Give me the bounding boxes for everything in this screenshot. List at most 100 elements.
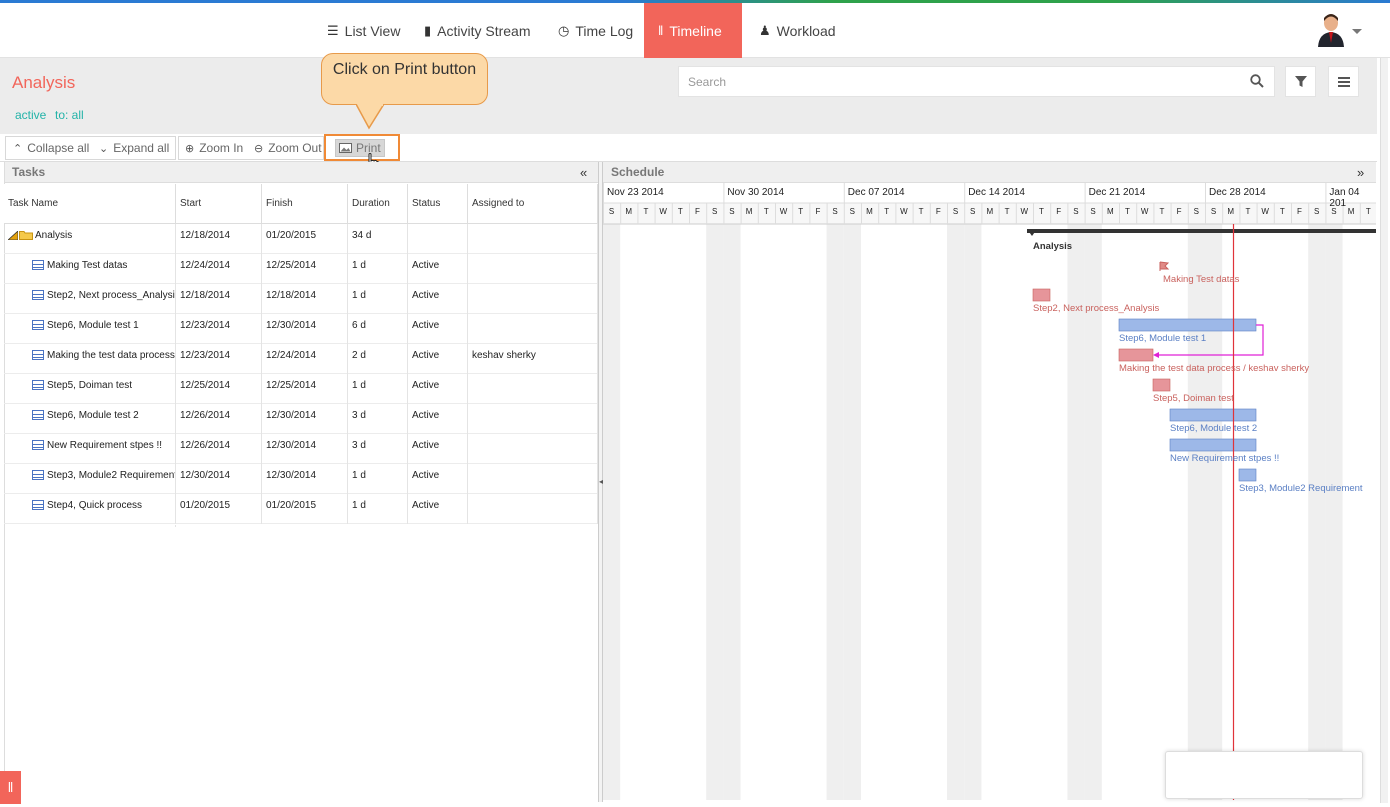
- task-bar-label: Step3, Module2 Requirement: [1239, 483, 1363, 494]
- filter-chip-assignee[interactable]: to: all: [55, 108, 84, 122]
- cell-start-text: 12/25/2014: [180, 380, 231, 391]
- collapse-all-button[interactable]: ⌃ Collapse all: [8, 137, 94, 159]
- day-label: S: [1073, 207, 1079, 216]
- cell-finish-text: 12/24/2014: [266, 350, 317, 361]
- cell-status-text: Active: [412, 380, 440, 391]
- weekend-column: [843, 224, 861, 800]
- day-label: F: [935, 207, 941, 216]
- filter-button[interactable]: [1285, 66, 1316, 97]
- task-icon: [32, 260, 44, 271]
- expand-toggle-icon[interactable]: [6, 229, 19, 241]
- day-label: T: [677, 207, 683, 216]
- nav-time-log[interactable]: ◷ Time Log: [544, 3, 647, 58]
- task-bar-label: Making Test datas: [1163, 274, 1240, 285]
- search-icon[interactable]: [1250, 74, 1264, 88]
- task-icon: [32, 470, 44, 481]
- chevron-down-icon[interactable]: [1352, 29, 1362, 34]
- cell-task-name-text: Making the test data process: [47, 350, 175, 361]
- cell-status-text: Active: [412, 290, 440, 301]
- table-row[interactable]: New Requirement stpes !! 12/26/2014 12/30/…: [4, 434, 598, 464]
- day-label: F: [1297, 207, 1302, 216]
- nav-activity-stream[interactable]: ▮ Activity Stream: [410, 3, 545, 58]
- floating-panel: [1165, 751, 1363, 799]
- column-header-task-name[interactable]: Task Name: [4, 184, 176, 224]
- task-icon: [32, 410, 44, 421]
- cell-duration: 1 d: [348, 374, 408, 404]
- expand-all-label: Expand all: [113, 141, 170, 155]
- cell-start: 12/18/2014: [176, 224, 262, 254]
- cell-duration: 6 d: [348, 314, 408, 344]
- zoom-out-button[interactable]: ⊖ Zoom Out: [249, 137, 327, 159]
- zoom-in-icon: ⊕: [185, 142, 195, 155]
- table-row[interactable]: Making the test data process 12/23/2014 12…: [4, 344, 598, 374]
- cell-assigned-to: [468, 284, 598, 314]
- page-scrollbar[interactable]: [1380, 58, 1388, 803]
- avatar[interactable]: [1317, 13, 1345, 47]
- search-box: [678, 66, 1275, 97]
- column-header-assigned-to[interactable]: Assigned to: [468, 184, 598, 224]
- side-panel-toggle[interactable]: ‖: [0, 771, 21, 804]
- collapse-all-label: Collapse all: [27, 141, 90, 155]
- cell-task-name: Making Test datas: [4, 254, 176, 284]
- cell-start-text: 12/26/2014: [180, 410, 231, 421]
- table-row[interactable]: Step3, Module2 Requirement 12/30/2014 12/3…: [4, 464, 598, 494]
- table-row[interactable]: Step4, Quick process 01/20/2015 01/20/2015…: [4, 494, 598, 524]
- cell-start-text: 12/18/2014: [180, 230, 231, 241]
- cell-duration-text: 1 d: [352, 470, 366, 481]
- column-header-finish[interactable]: Finish: [262, 184, 348, 224]
- nav-list-view[interactable]: ☰ List View: [313, 3, 414, 58]
- nav-workload[interactable]: ♟ Workload: [745, 3, 850, 58]
- day-label: S: [608, 207, 615, 216]
- table-row[interactable]: Step6, Module test 2 12/26/2014 12/30/2014…: [4, 404, 598, 434]
- day-label: F: [695, 207, 700, 216]
- cell-finish: 12/30/2014: [262, 314, 348, 344]
- cell-task-name-text: Step6, Module test 2: [47, 410, 139, 421]
- expand-all-button[interactable]: ⌄ Expand all: [94, 137, 174, 159]
- day-label: T: [1159, 207, 1165, 216]
- cell-status: Active: [408, 254, 468, 284]
- cell-task-name-text: Step4, Quick process: [47, 500, 143, 511]
- week-label: Nov 23 2014: [607, 187, 664, 198]
- cell-duration: 34 d: [348, 224, 408, 254]
- expand-pane-icon[interactable]: »: [1357, 165, 1364, 180]
- summary-bar: [1027, 229, 1376, 233]
- tasks-pane-header: Tasks: [4, 162, 598, 183]
- day-label: F: [1056, 207, 1062, 216]
- cell-duration: 1 d: [348, 494, 408, 524]
- column-header-duration[interactable]: Duration: [348, 184, 408, 224]
- cell-task-name-text: Step5, Doiman test: [47, 380, 133, 391]
- day-label: T: [763, 207, 769, 216]
- cell-task-name: Analysis: [4, 224, 176, 254]
- zoom-in-button[interactable]: ⊕ Zoom In: [180, 137, 248, 159]
- table-row[interactable]: Step5, Doiman test 12/25/2014 12/25/2014 1 …: [4, 374, 598, 404]
- table-row[interactable]: Step2, Next process_Analysi 12/18/2014 12/…: [4, 284, 598, 314]
- cell-finish: 12/30/2014: [262, 434, 348, 464]
- task-bar: [1152, 378, 1171, 392]
- column-header-start[interactable]: Start: [176, 184, 262, 224]
- day-label: F: [815, 207, 821, 216]
- weekend-column: [1325, 224, 1343, 800]
- column-header-status[interactable]: Status: [408, 184, 468, 224]
- day-label: T: [1279, 207, 1285, 216]
- cell-assigned-to: [468, 404, 598, 434]
- page-title: Analysis: [12, 73, 76, 92]
- filter-chip-status[interactable]: active: [15, 108, 46, 122]
- summary-bar-label: Analysis: [1033, 241, 1073, 252]
- task-icon: [32, 380, 44, 391]
- weekend-column: [964, 224, 982, 800]
- day-label: W: [1140, 207, 1149, 216]
- cell-start: 12/23/2014: [176, 314, 262, 344]
- table-row[interactable]: Analysis 12/18/2014 01/20/2015 34 d: [4, 224, 598, 254]
- cell-finish-text: 12/30/2014: [266, 410, 317, 421]
- collapse-pane-icon[interactable]: «: [580, 165, 587, 180]
- cell-start-text: 12/30/2014: [180, 470, 231, 481]
- search-input[interactable]: [679, 67, 1239, 96]
- cell-duration: 1 d: [348, 464, 408, 494]
- nav-timeline[interactable]: ‖ Timeline: [644, 3, 742, 58]
- cell-finish: 12/24/2014: [262, 344, 348, 374]
- menu-button[interactable]: [1328, 66, 1359, 97]
- folder-icon: [18, 230, 35, 241]
- cell-task-name-text: Step3, Module2 Requirement: [47, 470, 176, 481]
- table-row[interactable]: Making Test datas 12/24/2014 12/25/2014 1 d…: [4, 254, 598, 284]
- table-row[interactable]: Step6, Module test 1 12/23/2014 12/30/2014…: [4, 314, 598, 344]
